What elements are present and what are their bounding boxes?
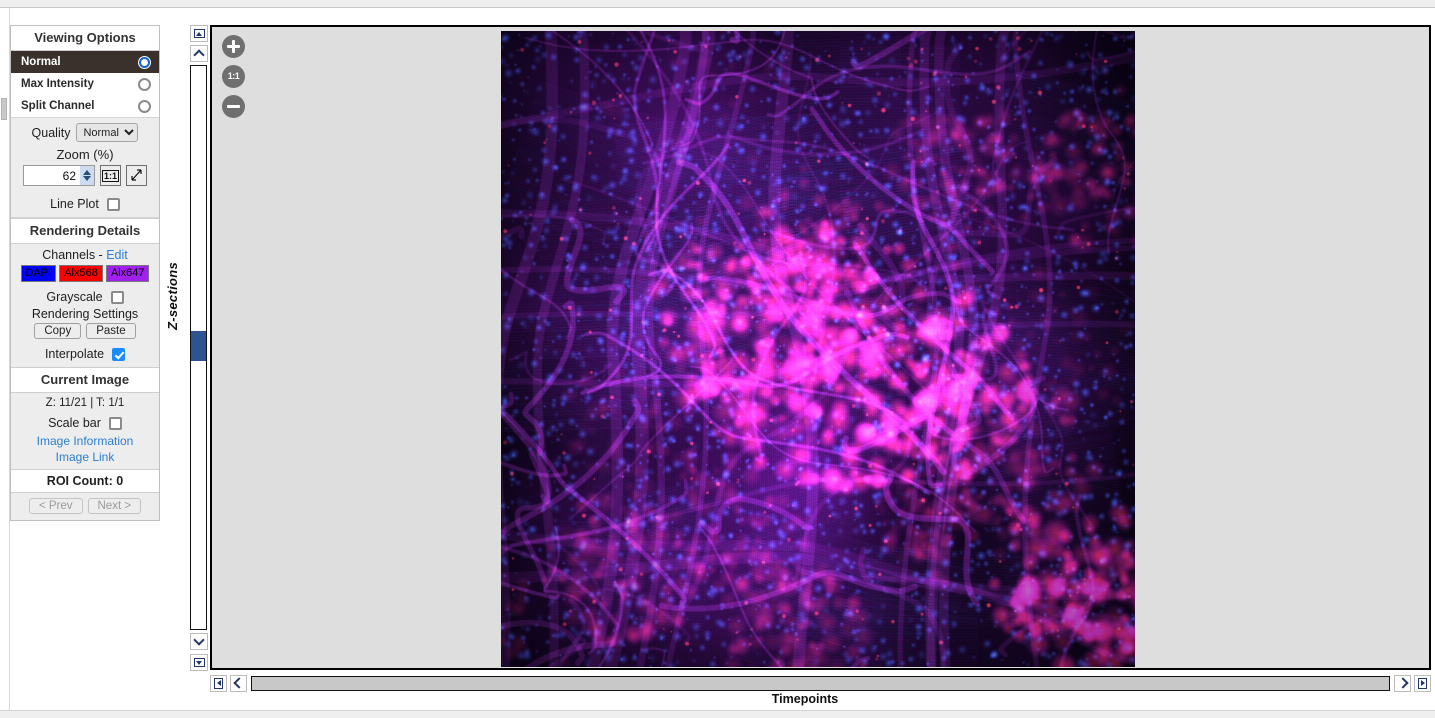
channels-row: Channels - Edit — [11, 244, 159, 265]
z-section-slider-column — [188, 25, 210, 673]
zoom-one-to-one-button[interactable]: 1:1 — [100, 165, 121, 186]
timepoint-slider-row — [210, 673, 1431, 693]
z-jump-to-bottom-button[interactable] — [190, 654, 208, 671]
quality-label: Quality — [31, 125, 71, 140]
zoom-in-button[interactable] — [222, 35, 245, 58]
view-mode-radio-group: Normal Max Intensity Split Channel — [11, 51, 159, 118]
jump-to-top-icon — [193, 29, 205, 38]
z-sections-axis-label: Z-sections — [165, 261, 180, 330]
timepoint-jump-first-button[interactable] — [210, 674, 227, 692]
image-information-row: Image Information — [11, 433, 159, 449]
rendering-details-title: Rendering Details — [11, 218, 159, 244]
z-step-up-button[interactable] — [190, 45, 208, 62]
viewing-options-title: Viewing Options — [11, 26, 159, 51]
view-mode-split-channel[interactable]: Split Channel — [11, 95, 159, 117]
viewing-options-panel: Viewing Options Normal Max Intensity Spl… — [10, 25, 160, 521]
interpolate-row: Interpolate — [11, 344, 159, 368]
roi-next-button[interactable]: Next > — [87, 498, 142, 514]
image-link-link[interactable]: Image Link — [56, 450, 115, 464]
top-chrome-fill — [0, 0, 1435, 6]
timepoint-jump-last-button[interactable] — [1414, 674, 1431, 692]
view-mode-max-intensity[interactable]: Max Intensity — [11, 73, 159, 95]
scale-bar-checkbox[interactable] — [108, 416, 122, 430]
scale-bar-row: Scale bar — [11, 412, 159, 433]
radio-max-intensity-icon[interactable] — [138, 77, 151, 91]
scale-bar-label: Scale bar — [48, 416, 101, 430]
image-viewport[interactable]: 1:1 — [210, 25, 1431, 670]
grayscale-label: Grayscale — [46, 290, 103, 304]
channel-button-alx647[interactable]: Alx647 — [105, 265, 150, 282]
line-plot-label: Line Plot — [50, 197, 99, 211]
grayscale-row: Grayscale — [11, 286, 159, 307]
fit-to-window-icon — [131, 169, 142, 181]
radio-split-channel-icon[interactable] — [138, 99, 151, 113]
z-step-down-button[interactable] — [190, 633, 208, 650]
view-mode-max-intensity-label: Max Intensity — [21, 78, 94, 90]
chevron-left-icon — [232, 677, 245, 689]
grayscale-checkbox[interactable] — [110, 290, 124, 304]
rendering-settings-label: Rendering Settings — [11, 307, 159, 323]
roi-navigation: < Prev Next > — [11, 493, 159, 520]
channel-button-alx568[interactable]: Alx568 — [59, 265, 103, 282]
microscopy-image-canvas[interactable] — [501, 31, 1135, 667]
zoom-out-button[interactable] — [222, 95, 245, 118]
quality-select[interactable]: Normal — [76, 123, 139, 142]
line-plot-checkbox[interactable] — [106, 197, 120, 211]
radio-normal-icon[interactable] — [138, 55, 151, 69]
roi-count-label: ROI Count: 0 — [11, 469, 159, 493]
jump-to-bottom-icon — [193, 658, 205, 667]
image-link-row: Image Link — [11, 449, 159, 469]
zoom-controls-row: 62 1:1 — [11, 165, 159, 192]
zoom-input-value[interactable]: 62 — [24, 169, 80, 183]
image-information-link[interactable]: Image Information — [37, 434, 134, 448]
zoom-spinner-arrows-icon[interactable] — [80, 166, 94, 185]
copy-button[interactable]: Copy — [34, 323, 82, 339]
channels-edit-link[interactable]: Edit — [106, 248, 128, 262]
jump-to-first-icon — [214, 677, 223, 689]
z-t-indicator: Z: 11/21 | T: 1/1 — [11, 393, 159, 412]
timepoint-next-button[interactable] — [1394, 674, 1411, 692]
paste-button[interactable]: Paste — [86, 323, 136, 339]
omero-image-viewer: Viewing Options Normal Max Intensity Spl… — [0, 0, 1435, 718]
chevron-right-icon — [1396, 677, 1409, 689]
bottom-chrome-bar — [0, 710, 1435, 718]
chevron-up-icon — [193, 49, 205, 61]
chevron-down-icon — [193, 634, 205, 646]
current-image-title: Current Image — [11, 368, 159, 393]
zoom-fit-to-window-button[interactable] — [126, 165, 147, 186]
timepoint-prev-button[interactable] — [230, 674, 247, 692]
one-to-one-label: 1:1 — [101, 169, 119, 182]
channel-buttons: DAPI Alx568 Alx647 — [11, 265, 159, 286]
z-jump-to-top-button[interactable] — [190, 25, 208, 42]
zoom-out-icon — [227, 104, 240, 109]
channels-label: Channels - — [42, 248, 103, 262]
view-mode-normal-label: Normal — [21, 56, 61, 68]
view-mode-split-channel-label: Split Channel — [21, 100, 95, 112]
roi-prev-button[interactable]: < Prev — [28, 498, 83, 514]
rendering-settings-buttons: Copy Paste — [11, 323, 159, 344]
zoom-title: Zoom (%) — [11, 145, 159, 165]
timepoints-label: Timepoints — [771, 692, 839, 706]
top-chrome-bar — [0, 0, 1435, 8]
microscopy-image[interactable] — [501, 31, 1135, 667]
jump-to-last-icon — [1418, 677, 1427, 689]
zoom-stepper[interactable]: 62 — [23, 165, 95, 186]
z-slider-thumb[interactable] — [191, 331, 206, 361]
interpolate-checkbox[interactable] — [112, 347, 126, 361]
zoom-100-button[interactable]: 1:1 — [222, 65, 245, 88]
z-slider-track[interactable] — [190, 65, 207, 630]
zoom-100-icon: 1:1 — [227, 71, 240, 81]
panel-collapse-handle[interactable] — [1, 98, 7, 120]
interpolate-label: Interpolate — [44, 347, 105, 361]
line-plot-row: Line Plot — [11, 192, 159, 218]
view-mode-normal[interactable]: Normal — [11, 51, 159, 73]
quality-row: Quality Normal — [11, 118, 159, 145]
channel-button-dapi[interactable]: DAPI — [20, 265, 57, 282]
timepoint-slider-track[interactable] — [251, 675, 1390, 691]
